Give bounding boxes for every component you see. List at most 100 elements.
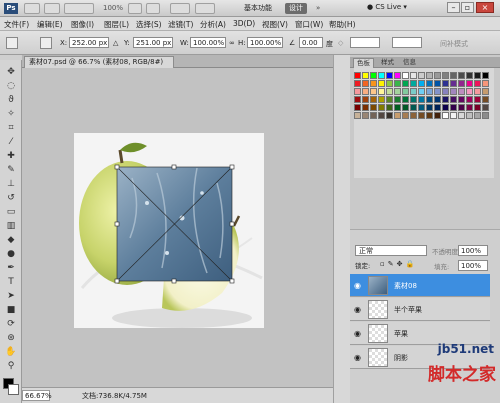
color-swatch[interactable] (394, 112, 401, 119)
color-swatch[interactable] (450, 96, 457, 103)
healing-brush-tool-icon[interactable]: ✚ (5, 150, 17, 162)
cs-live-button[interactable]: ● CS Live ▾ (367, 3, 407, 11)
color-swatch[interactable] (394, 88, 401, 95)
canvas-area[interactable] (22, 68, 333, 387)
color-swatch[interactable] (482, 80, 489, 87)
menu-layer[interactable]: 图层(L) (104, 19, 129, 30)
3d-rotate-tool-icon[interactable]: ⟳ (5, 318, 17, 330)
crop-tool-icon[interactable]: ⌗ (5, 122, 17, 134)
color-swatch[interactable] (474, 112, 481, 119)
color-swatch[interactable] (418, 96, 425, 103)
menu-image[interactable]: 图像(I) (71, 19, 94, 30)
status-zoom-field[interactable]: 66.67% (22, 390, 52, 401)
menu-window[interactable]: 窗口(W) (295, 19, 323, 30)
color-swatch[interactable] (442, 112, 449, 119)
color-swatch[interactable] (394, 104, 401, 111)
color-swatch[interactable] (362, 88, 369, 95)
color-swatch[interactable] (402, 96, 409, 103)
color-swatch[interactable] (370, 104, 377, 111)
color-swatch[interactable] (458, 72, 465, 79)
x-field[interactable]: 252.00 px (69, 37, 109, 48)
color-swatch[interactable] (362, 96, 369, 103)
color-swatch[interactable] (418, 112, 425, 119)
gradient-tool-icon[interactable]: ▥ (5, 220, 17, 232)
restore-icon[interactable]: ▫ (461, 2, 474, 13)
color-swatch[interactable] (402, 80, 409, 87)
visibility-eye-icon[interactable]: ◉ (354, 281, 361, 290)
color-swatch[interactable] (378, 96, 385, 103)
color-swatch[interactable] (418, 72, 425, 79)
visibility-eye-icon[interactable]: ◉ (354, 305, 361, 314)
color-swatch[interactable] (418, 88, 425, 95)
width-field[interactable]: 100.00% (190, 37, 226, 48)
color-swatch[interactable] (354, 80, 361, 87)
history-brush-tool-icon[interactable]: ↺ (5, 192, 17, 204)
color-swatch[interactable] (482, 72, 489, 79)
color-swatch[interactable] (370, 80, 377, 87)
link-icon[interactable]: ∞ (229, 39, 235, 47)
color-swatch[interactable] (442, 72, 449, 79)
color-swatch[interactable] (410, 104, 417, 111)
height-field[interactable]: 100.00% (247, 37, 283, 48)
color-swatch[interactable] (474, 96, 481, 103)
fill-field[interactable]: 100% (458, 260, 488, 271)
color-swatch[interactable] (402, 104, 409, 111)
color-swatch[interactable] (482, 104, 489, 111)
color-swatch[interactable] (442, 88, 449, 95)
zoom-level-select[interactable]: 100% (103, 4, 123, 12)
color-swatch[interactable] (450, 88, 457, 95)
color-swatch[interactable] (466, 88, 473, 95)
color-swatch[interactable] (442, 80, 449, 87)
color-swatch[interactable] (378, 104, 385, 111)
color-swatch[interactable] (458, 112, 465, 119)
menu-help[interactable]: 帮助(H) (329, 19, 356, 30)
horizontal-skew-field[interactable] (350, 37, 380, 48)
menu-view[interactable]: 视图(V) (262, 19, 288, 30)
color-swatch[interactable] (482, 96, 489, 103)
screen-mode-button[interactable] (195, 3, 215, 14)
color-swatch[interactable] (410, 80, 417, 87)
transform-handle[interactable] (114, 221, 120, 227)
color-swatch[interactable] (426, 104, 433, 111)
color-swatch[interactable] (482, 112, 489, 119)
color-swatch[interactable] (434, 96, 441, 103)
brush-tool-icon[interactable]: ✎ (5, 164, 17, 176)
vertical-skew-field[interactable] (392, 37, 422, 48)
menu-edit[interactable]: 编辑(E) (37, 19, 63, 30)
color-swatch[interactable] (386, 104, 393, 111)
dodge-tool-icon[interactable]: ● (5, 248, 17, 260)
arrange-documents-button[interactable] (170, 3, 190, 14)
tab-styles[interactable]: 样式 (378, 58, 397, 68)
transform-handle[interactable] (229, 221, 235, 227)
color-swatch[interactable] (434, 112, 441, 119)
color-swatch[interactable] (370, 96, 377, 103)
color-swatch[interactable] (386, 112, 393, 119)
interpolation-label[interactable]: 间补模式 (440, 39, 468, 49)
rectangle-tool-icon[interactable]: ■ (5, 304, 17, 316)
tab-swatches[interactable]: 色板 (353, 58, 374, 68)
swatches-grid[interactable] (354, 68, 494, 178)
y-field[interactable]: 251.00 px (133, 37, 173, 48)
color-swatch[interactable] (378, 72, 385, 79)
reference-point-icon[interactable] (40, 37, 52, 49)
tool-preset-icon[interactable] (6, 37, 18, 49)
menu-analysis[interactable]: 分析(A) (200, 19, 226, 30)
color-swatch[interactable] (386, 72, 393, 79)
color-swatch[interactable] (434, 72, 441, 79)
color-swatch[interactable] (466, 96, 473, 103)
lock-icons[interactable]: ▫✎✥🔒 (380, 260, 417, 268)
blend-mode-select[interactable]: 正常 (355, 245, 427, 256)
color-swatch[interactable] (354, 72, 361, 79)
color-swatch[interactable] (426, 112, 433, 119)
color-swatch[interactable] (402, 112, 409, 119)
color-swatch[interactable] (410, 88, 417, 95)
visibility-eye-icon[interactable]: ◉ (354, 329, 361, 338)
color-swatch[interactable] (426, 96, 433, 103)
color-swatch[interactable] (394, 96, 401, 103)
opacity-field[interactable]: 100% (458, 245, 488, 256)
color-swatch[interactable] (354, 96, 361, 103)
zoom-tool-button[interactable] (146, 3, 160, 14)
minimize-icon[interactable]: – (447, 2, 460, 13)
color-swatch[interactable] (474, 72, 481, 79)
color-swatch[interactable] (378, 80, 385, 87)
